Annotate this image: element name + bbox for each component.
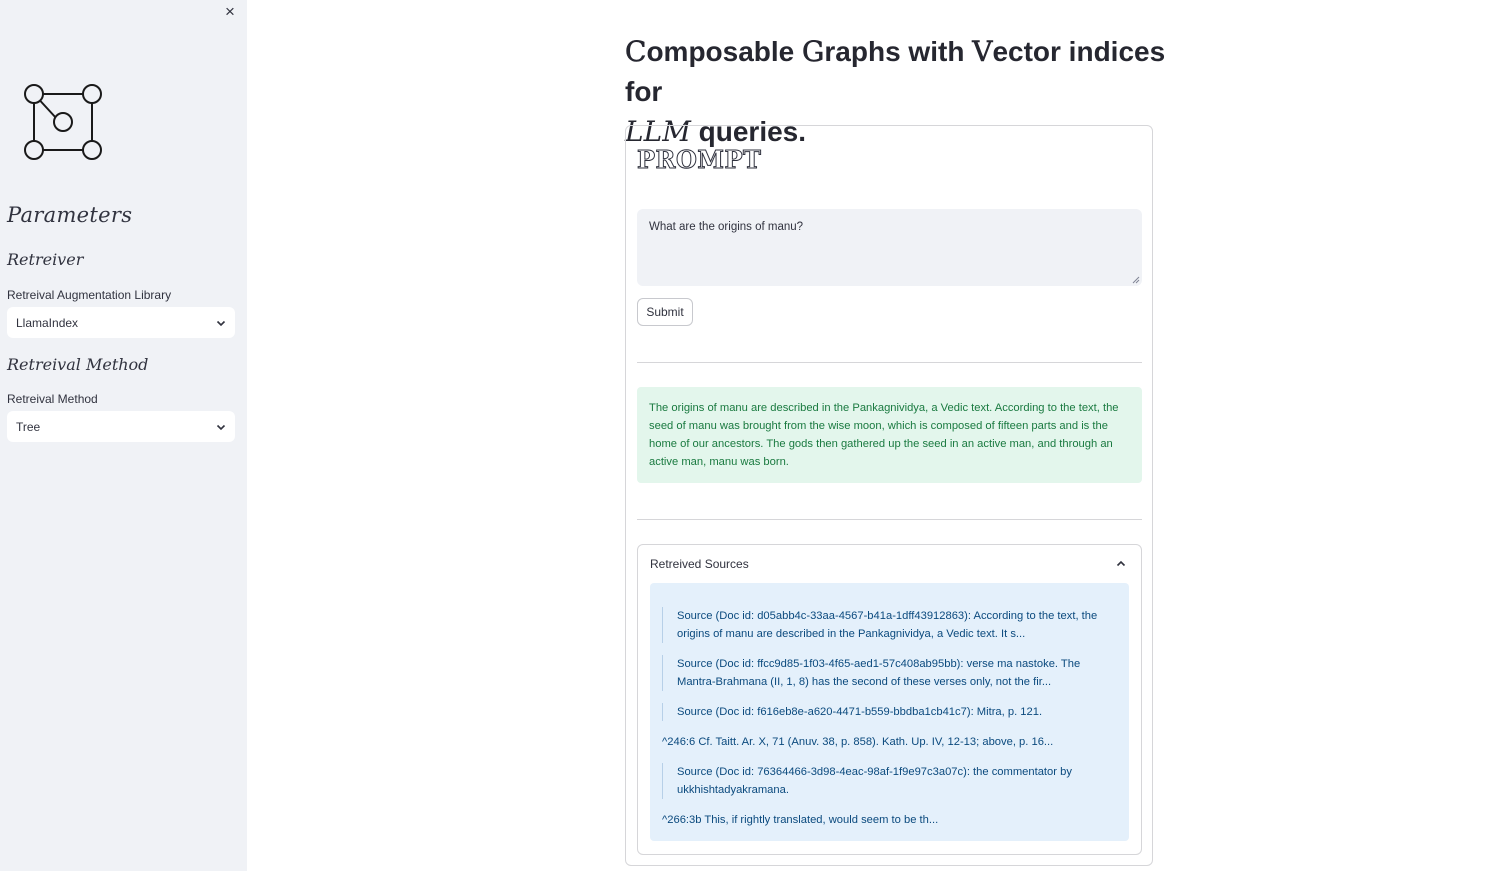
source-item: Source (Doc id: f616eb8e-a620-4471-b559-… xyxy=(662,703,1117,721)
retrieval-method-heading: Retreival Method xyxy=(7,355,149,374)
prompt-form: PROMPT What are the origins of manu? Sub… xyxy=(625,125,1153,866)
library-select-value: LlamaIndex xyxy=(16,315,79,330)
prompt-heading: PROMPT xyxy=(636,145,762,175)
app-window: × Parameters Retreiver Retreival Augment… xyxy=(0,0,1502,871)
source-footnote: ^266:3b This, if rightly translated, wou… xyxy=(662,814,939,826)
chevron-down-icon xyxy=(216,424,226,430)
library-select[interactable]: LlamaIndex xyxy=(7,307,235,338)
source-footnote: ^246:6 Cf. Taitt. Ar. X, 71 (Anuv. 38, p… xyxy=(662,736,1054,748)
expander-title: Retreived Sources xyxy=(650,557,749,571)
method-label: Retreival Method xyxy=(7,392,98,406)
graph-logo-icon xyxy=(24,84,102,160)
parameters-heading: Parameters xyxy=(7,203,133,227)
answer-box: The origins of manu are described in the… xyxy=(637,387,1142,483)
prompt-textarea[interactable]: What are the origins of manu? xyxy=(637,209,1142,286)
method-select-value: Tree xyxy=(16,419,41,434)
divider xyxy=(637,362,1142,363)
source-item: Source (Doc id: 76364466-3d98-4eac-98af-… xyxy=(662,763,1117,799)
library-label: Retreival Augmentation Library xyxy=(7,288,172,302)
source-item: Source (Doc id: ffcc9d85-1f03-4f65-aed1-… xyxy=(662,655,1117,691)
method-select[interactable]: Tree xyxy=(7,411,235,442)
close-sidebar-icon[interactable]: × xyxy=(220,2,240,22)
source-item: Source (Doc id: d05abb4c-33aa-4567-b41a-… xyxy=(662,607,1117,643)
retriever-heading: Retreiver xyxy=(7,250,84,269)
retrieved-sources-expander[interactable]: Retreived Sources Source (Doc id: d05abb… xyxy=(637,544,1142,855)
chevron-up-icon[interactable] xyxy=(1116,559,1126,569)
resize-handle-icon[interactable] xyxy=(1132,276,1140,284)
sources-box: Source (Doc id: d05abb4c-33aa-4567-b41a-… xyxy=(650,583,1129,841)
sidebar: × Parameters Retreiver Retreival Augment… xyxy=(0,0,247,871)
submit-button[interactable]: Submit xyxy=(637,298,693,326)
chevron-down-icon xyxy=(216,320,226,326)
divider xyxy=(637,519,1142,520)
